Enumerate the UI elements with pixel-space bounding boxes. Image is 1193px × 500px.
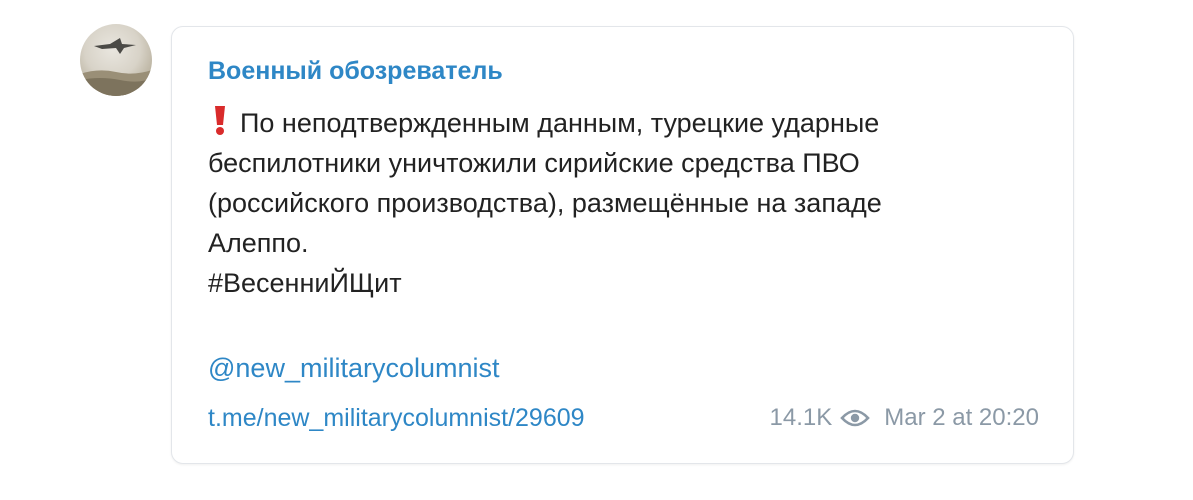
message-line: По неподтвержденным данным, турецкие уда…	[208, 103, 1058, 143]
message-line: (российского производства), размещённые …	[208, 188, 882, 218]
view-count: 14.1K	[769, 404, 833, 431]
post-link[interactable]: t.me/new_militarycolumnist/29609	[208, 404, 585, 433]
hashtag[interactable]: #ВесенниЙЩит	[208, 263, 1058, 303]
telegram-post-page: Военный обозреватель По неподтвержденным…	[0, 0, 1193, 500]
post-meta: 14.1K Mar 2 at 20:20	[770, 404, 1039, 432]
avatar-image	[80, 38, 152, 96]
channel-avatar[interactable]	[80, 24, 152, 96]
post-date[interactable]: Mar 2 at 20:20	[884, 404, 1039, 432]
message-text: По неподтвержденным данным, турецкие уда…	[208, 103, 1058, 303]
message-bubble: Военный обозреватель По неподтвержденным…	[171, 26, 1074, 464]
message-line: Алеппо.	[208, 228, 309, 258]
exclamation-icon	[215, 106, 225, 135]
message-line: беспилотники уничтожили сирийские средст…	[208, 148, 860, 178]
channel-mention-link[interactable]: @new_militarycolumnist	[208, 353, 500, 384]
message-line-text: По неподтвержденным данным, турецкие уда…	[240, 108, 880, 138]
eye-icon	[840, 409, 871, 427]
channel-name[interactable]: Военный обозреватель	[208, 57, 503, 86]
